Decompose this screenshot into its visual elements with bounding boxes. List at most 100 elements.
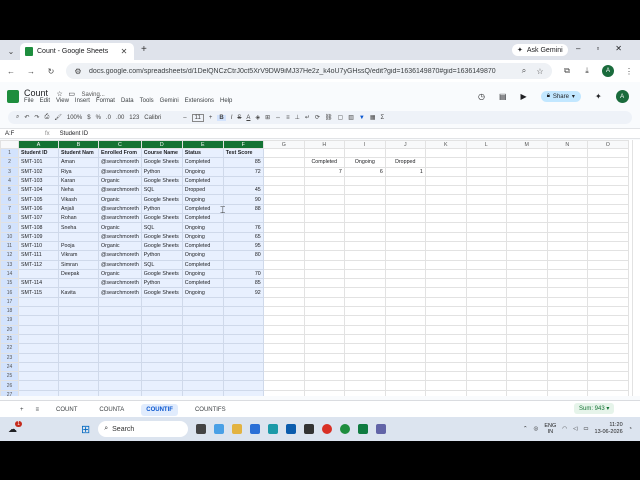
teams-icon[interactable]	[376, 424, 387, 434]
cell[interactable]	[586, 287, 629, 298]
link-icon[interactable]: ⛓	[325, 114, 333, 121]
address-bar[interactable]: ⚙ docs.google.com/spreadsheets/d/1DelQNC…	[66, 63, 552, 79]
cell[interactable]	[58, 333, 99, 345]
cell[interactable]	[384, 194, 426, 205]
cell[interactable]	[465, 231, 507, 242]
cell[interactable]	[140, 380, 183, 391]
cell[interactable]	[303, 175, 345, 187]
cell[interactable]	[303, 231, 345, 242]
cell[interactable]	[586, 213, 629, 224]
undo-icon[interactable]: ↶	[24, 114, 29, 121]
cell[interactable]	[586, 222, 629, 233]
cell[interactable]	[546, 231, 588, 242]
cell[interactable]	[262, 222, 305, 233]
cell[interactable]	[18, 296, 59, 308]
column-header-o[interactable]: O	[586, 140, 629, 149]
cell[interactable]	[343, 213, 386, 224]
cell[interactable]	[424, 361, 467, 373]
cell[interactable]	[58, 324, 99, 335]
cell[interactable]	[586, 352, 629, 363]
cell[interactable]: Enrolled From	[98, 147, 142, 159]
cell[interactable]	[140, 306, 183, 317]
cell[interactable]	[384, 222, 426, 233]
cell[interactable]: Organic	[98, 194, 142, 205]
cell[interactable]	[303, 352, 345, 363]
cell[interactable]	[58, 380, 99, 391]
cell[interactable]	[424, 203, 467, 215]
row-header[interactable]: 17	[0, 296, 19, 308]
cell[interactable]	[262, 324, 305, 335]
cell[interactable]: Organic	[98, 222, 142, 233]
cell[interactable]: Google Sheets	[140, 231, 183, 242]
ask-gemini-button[interactable]: ✦ Ask Gemini	[512, 44, 568, 56]
cell[interactable]: Completed	[181, 157, 224, 168]
font-size-input[interactable]: 11	[191, 113, 204, 122]
history-icon[interactable]: ◷	[478, 92, 485, 101]
cell[interactable]	[546, 185, 588, 196]
cell[interactable]	[424, 380, 467, 391]
cell[interactable]	[424, 259, 467, 270]
cell[interactable]	[546, 380, 588, 391]
cell[interactable]: SQL	[140, 185, 183, 196]
cell[interactable]	[465, 194, 507, 205]
cell[interactable]	[98, 306, 142, 317]
column-header-k[interactable]: K	[424, 140, 467, 149]
cell[interactable]	[586, 296, 629, 308]
cell[interactable]	[303, 389, 345, 396]
cell[interactable]	[303, 194, 345, 205]
cell[interactable]	[140, 361, 183, 373]
cell[interactable]	[303, 259, 345, 270]
cell[interactable]	[222, 175, 264, 187]
cell[interactable]	[424, 213, 467, 224]
cell[interactable]	[384, 343, 426, 354]
cell[interactable]	[303, 222, 345, 233]
font-size-plus[interactable]: +	[209, 115, 213, 121]
row-header[interactable]: 16	[0, 287, 19, 298]
cell[interactable]	[546, 213, 588, 224]
cell[interactable]	[546, 194, 588, 205]
cell[interactable]	[140, 296, 183, 308]
row-header[interactable]: 24	[0, 361, 19, 373]
cell[interactable]	[384, 268, 426, 280]
cell[interactable]: 88	[222, 203, 264, 215]
borders-icon[interactable]: ⊞	[265, 114, 270, 121]
cell[interactable]	[424, 166, 467, 177]
cell[interactable]	[586, 380, 629, 391]
cell[interactable]	[58, 278, 99, 289]
cell[interactable]	[181, 380, 224, 391]
cell[interactable]	[98, 296, 142, 308]
cell[interactable]	[424, 185, 467, 196]
comments-icon[interactable]: ▤	[499, 92, 507, 101]
cell[interactable]	[424, 175, 467, 187]
font-size-minus[interactable]: –	[183, 115, 186, 121]
cell[interactable]	[181, 343, 224, 354]
cell[interactable]	[424, 278, 467, 289]
column-header-e[interactable]: E	[181, 140, 224, 149]
cell[interactable]	[343, 185, 386, 196]
search-menus-icon[interactable]: ⌕	[16, 114, 19, 121]
cell[interactable]: Status	[181, 147, 224, 159]
cell[interactable]	[98, 315, 142, 326]
cell[interactable]	[343, 287, 386, 298]
cell[interactable]: Karan	[58, 175, 99, 187]
cell[interactable]: Student Nam	[58, 147, 99, 159]
row-header[interactable]: 23	[0, 352, 19, 363]
cell[interactable]	[58, 296, 99, 308]
cell[interactable]	[465, 361, 507, 373]
app-icon[interactable]	[304, 424, 315, 434]
cell[interactable]	[546, 268, 588, 280]
cell[interactable]: @searchmoreth	[98, 166, 142, 177]
cell[interactable]	[586, 166, 629, 177]
cell[interactable]: 65	[222, 231, 264, 242]
cell[interactable]	[384, 352, 426, 363]
cell[interactable]	[384, 361, 426, 373]
cell[interactable]	[505, 231, 548, 242]
cell[interactable]	[505, 296, 548, 308]
profile-avatar[interactable]: A	[602, 65, 614, 77]
cell[interactable]	[424, 268, 467, 280]
cell[interactable]	[505, 194, 548, 205]
font-select[interactable]: Calibri	[144, 115, 178, 121]
cell[interactable]: SMT-107	[18, 213, 59, 224]
cell[interactable]	[343, 389, 386, 396]
column-header-j[interactable]: J	[384, 140, 426, 149]
